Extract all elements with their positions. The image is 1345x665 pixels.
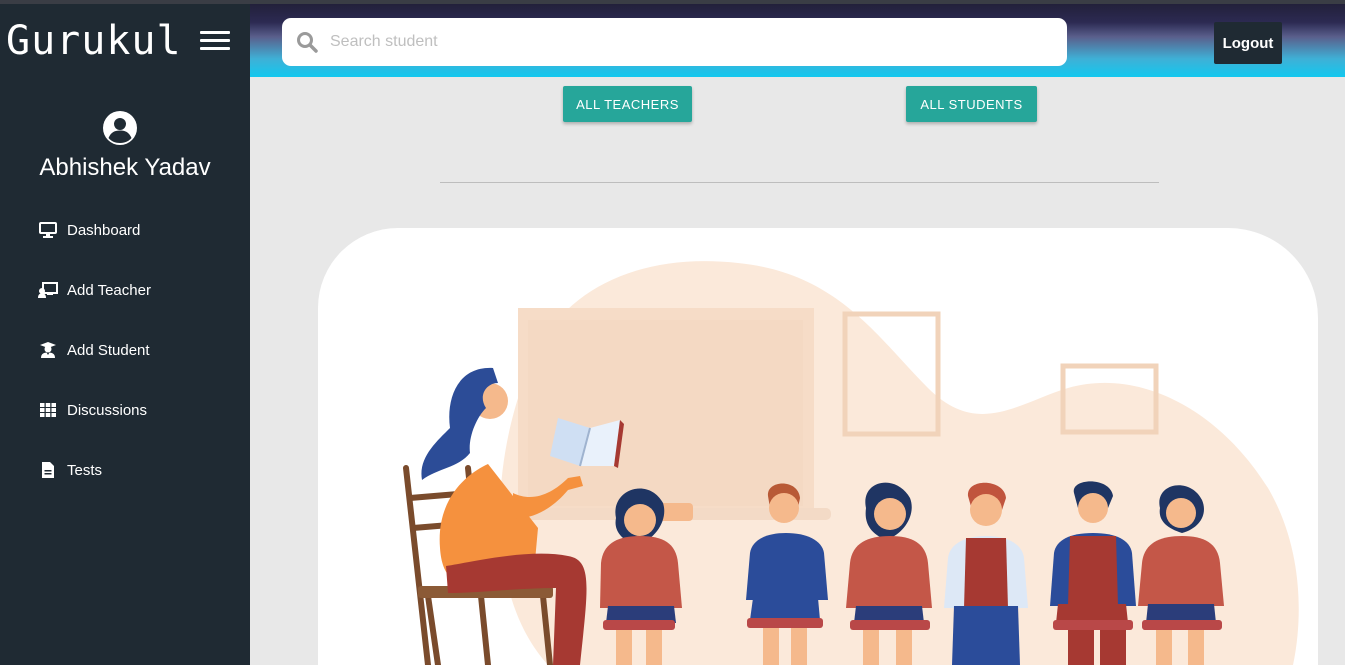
sidebar-item-label: Add Student — [67, 341, 150, 359]
chalkboard-teacher-icon — [38, 281, 58, 299]
sidebar-item-add-teacher[interactable]: Add Teacher — [38, 275, 151, 305]
sidebar-item-label: Dashboard — [67, 221, 141, 239]
hero-card — [318, 228, 1318, 665]
logout-button[interactable]: Logout — [1214, 22, 1282, 64]
section-divider — [440, 182, 1159, 183]
sidebar-item-dashboard[interactable]: Dashboard — [38, 215, 140, 245]
user-avatar-icon — [103, 111, 137, 145]
user-graduate-icon — [38, 341, 58, 359]
brand-row: Gurukul — [0, 4, 250, 74]
sidebar-item-label: Add Teacher — [67, 281, 151, 299]
sidebar-item-add-student[interactable]: Add Student — [38, 335, 150, 365]
sidebar-item-tests[interactable]: Tests — [38, 455, 102, 485]
all-students-button[interactable]: ALL STUDENTS — [906, 86, 1037, 122]
all-teachers-button[interactable]: ALL TEACHERS — [563, 86, 692, 122]
sidebar-item-label: Tests — [67, 461, 103, 479]
sidebar-item-discussions[interactable]: Discussions — [38, 395, 147, 425]
search-icon — [297, 32, 318, 53]
search-input[interactable] — [330, 33, 1030, 51]
top-header: Logout — [250, 4, 1345, 77]
grid-icon — [38, 401, 58, 419]
sidebar: Gurukul Abhishek Yadav Dashboard Add Tea… — [0, 4, 250, 665]
app-brand[interactable]: Gurukul — [6, 18, 182, 64]
search-bar — [282, 18, 1067, 66]
user-name: Abhishek Yadav — [39, 154, 211, 181]
file-icon — [38, 461, 58, 479]
monitor-icon — [38, 221, 58, 239]
classroom-illustration — [403, 261, 1299, 665]
menu-toggle-icon[interactable] — [200, 31, 230, 53]
sidebar-item-label: Discussions — [67, 401, 148, 419]
